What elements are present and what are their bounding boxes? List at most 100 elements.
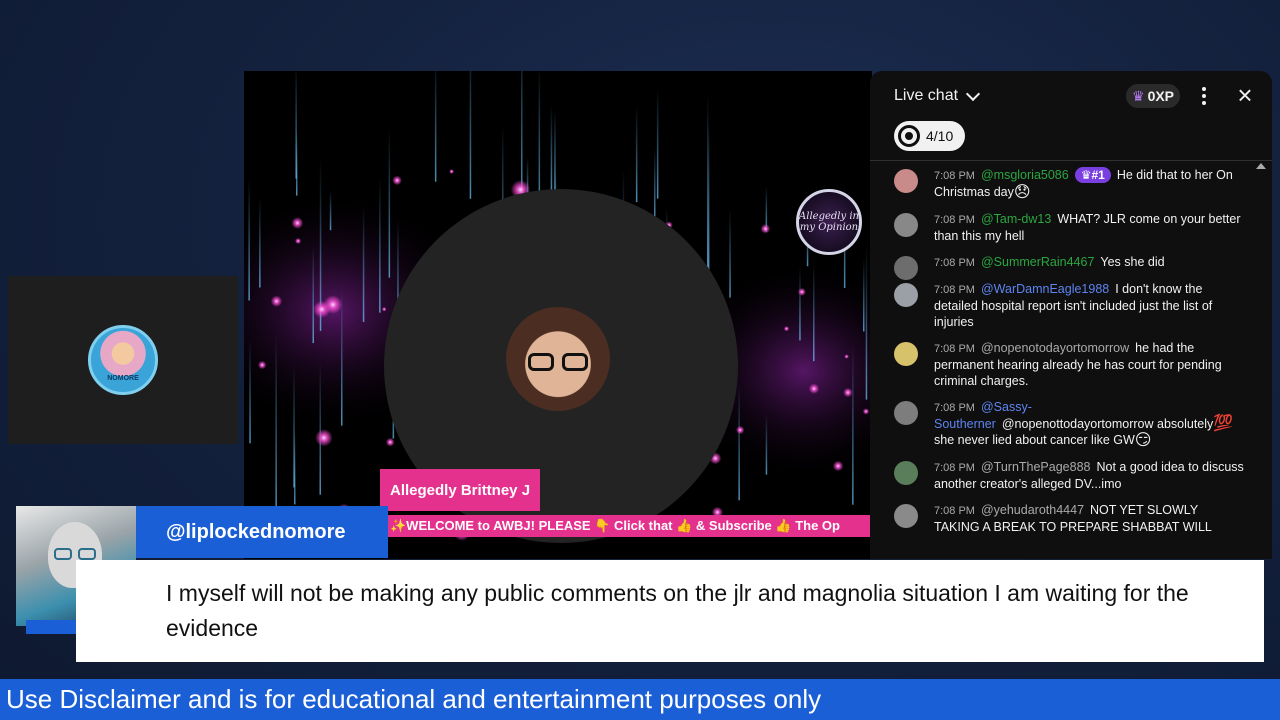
message-text: @nopenottodayortomorrow absolutely [1001,416,1214,431]
light-streak [259,197,261,288]
light-streak [738,384,740,501]
chat-message[interactable]: 7:08 PM @WarDamnEagle1988 I don't know the… [870,281,1272,330]
xp-label: 0XP [1147,88,1175,104]
chat-avatar [894,169,918,193]
chat-avatar [894,504,918,529]
light-streak [863,258,865,332]
sparkle-dot [385,437,395,447]
target-icon [898,125,920,147]
light-streak [729,208,731,298]
sparkle-dot [832,460,844,472]
sparkle-dot [783,326,790,332]
sparkle-dot [270,295,283,307]
chat-message[interactable]: 7:08 PM @SummerRain4467 Yes she did [870,254,1272,280]
video-stage: Allegedly in my Opinion Allegedly Brittn… [244,71,872,559]
glasses-icon [528,353,588,373]
chat-avatar [894,212,918,237]
close-icon[interactable]: × [1232,82,1258,109]
message-author[interactable]: @TurnThePage888 [981,460,1091,474]
message-author[interactable]: @WarDamnEagle1988 [981,282,1109,296]
sparkle-dot [760,224,771,234]
host-name-tag: Allegedly Brittney J [380,469,541,511]
light-streak [329,190,332,231]
chat-avatar [894,400,918,425]
message-time: 7:08 PM [934,256,975,269]
chat-goal-pill[interactable]: 4/10 [894,121,966,151]
light-streak [654,148,656,220]
channel-avatar: NOMORE [88,325,158,395]
goal-progress: 4/10 [926,128,954,144]
light-streak [319,362,321,495]
sparkle-dot [381,306,387,312]
chat-message[interactable]: 7:08 PM @msgloria5086 ♛#1 He did that to he… [870,167,1272,201]
emoji-icon: 💯 [1213,415,1234,433]
sparkle-dot [258,360,267,370]
host-avatar [506,307,610,411]
chat-message[interactable]: 7:08 PM @nopenotodayortomorrow he had the … [870,340,1272,389]
light-streak [865,243,868,400]
chevron-down-icon [965,86,981,101]
message-time: 7:08 PM [934,283,975,296]
channel-logo: Allegedly in my Opinion [796,189,862,255]
chat-message[interactable]: 7:08 PM @yehudaroth4447 NOT YET SLOWLY TAK… [870,502,1272,535]
light-streak [656,88,659,199]
featured-comment: I myself will not be making any public c… [76,560,1264,662]
sparkle-dot [449,169,455,174]
chat-avatar [894,341,918,366]
sparkle-dot [862,408,870,415]
message-text: Yes she did [1100,254,1165,269]
sparkle-dot [843,387,853,398]
commenter-username: @liplockednomore [136,506,388,558]
xp-badge[interactable]: ♛ 0XP [1126,84,1181,108]
chat-message[interactable]: 7:08 PM @TurnThePage888 Not a good idea to… [870,459,1272,492]
sparkle-dot [295,237,302,245]
message-author[interactable]: @SummerRain4467 [981,255,1094,269]
light-streak [362,204,365,322]
light-streak [434,71,437,182]
chat-message[interactable]: 7:08 PM @Sassy-Southerner @nopenottodayort… [870,399,1272,449]
sparkle-dot [736,425,745,435]
sparkle-dot [392,175,402,186]
chat-mode-dropdown[interactable]: Live chat [894,86,981,105]
sparkle-dot [808,383,820,394]
light-streak [469,71,472,199]
light-streak [388,126,391,278]
light-streak [312,245,314,344]
light-streak [275,333,277,510]
light-streak [249,340,251,444]
light-streak [765,414,768,475]
light-streak [852,344,854,505]
message-author[interactable]: @msgloria5086 [981,168,1069,182]
sparkle-dot [844,354,849,359]
message-time: 7:08 PM [934,401,975,414]
sparkle-dot [323,295,343,314]
chat-header: Live chat ♛ 0XP × 4/10 [870,71,1272,161]
more-options-icon[interactable] [1196,83,1212,109]
emoji-icon: 😞 [1013,183,1031,201]
light-streak [799,267,801,341]
chat-message-list: 7:08 PM @msgloria5086 ♛#1 He did that to he… [870,163,1272,559]
message-text: she never lied about cancer like GW [934,433,1135,448]
message-author[interactable]: @yehudaroth4447 [981,503,1084,517]
chat-avatar [894,461,918,486]
disclaimer-banner: Use Disclaimer and is for educational an… [0,679,1280,720]
chat-message[interactable]: 7:08 PM @Tam-dw13 WHAT? JLR come on your b… [870,211,1272,244]
side-logo-text: NOMORE [107,375,139,382]
light-streak [813,262,815,362]
crown-icon: ♛ [1132,87,1145,104]
rank-badge: ♛#1 [1074,167,1111,183]
message-time: 7:08 PM [934,170,975,182]
message-time: 7:08 PM [934,462,975,475]
chat-avatar [894,282,918,307]
message-text: WHAT? JLR come on your better than this … [934,211,1241,243]
message-author[interactable]: @nopenotodayortomorrow [981,341,1129,355]
light-streak [550,104,553,195]
message-time: 7:08 PM [934,505,975,518]
chat-title-label: Live chat [894,87,959,104]
chat-avatar [894,255,918,280]
side-camera-panel: NOMORE [8,276,238,444]
light-streak [296,129,298,196]
message-time: 7:08 PM [934,213,975,226]
message-author[interactable]: @Tam-dw13 [981,212,1051,226]
light-streak [379,176,381,313]
